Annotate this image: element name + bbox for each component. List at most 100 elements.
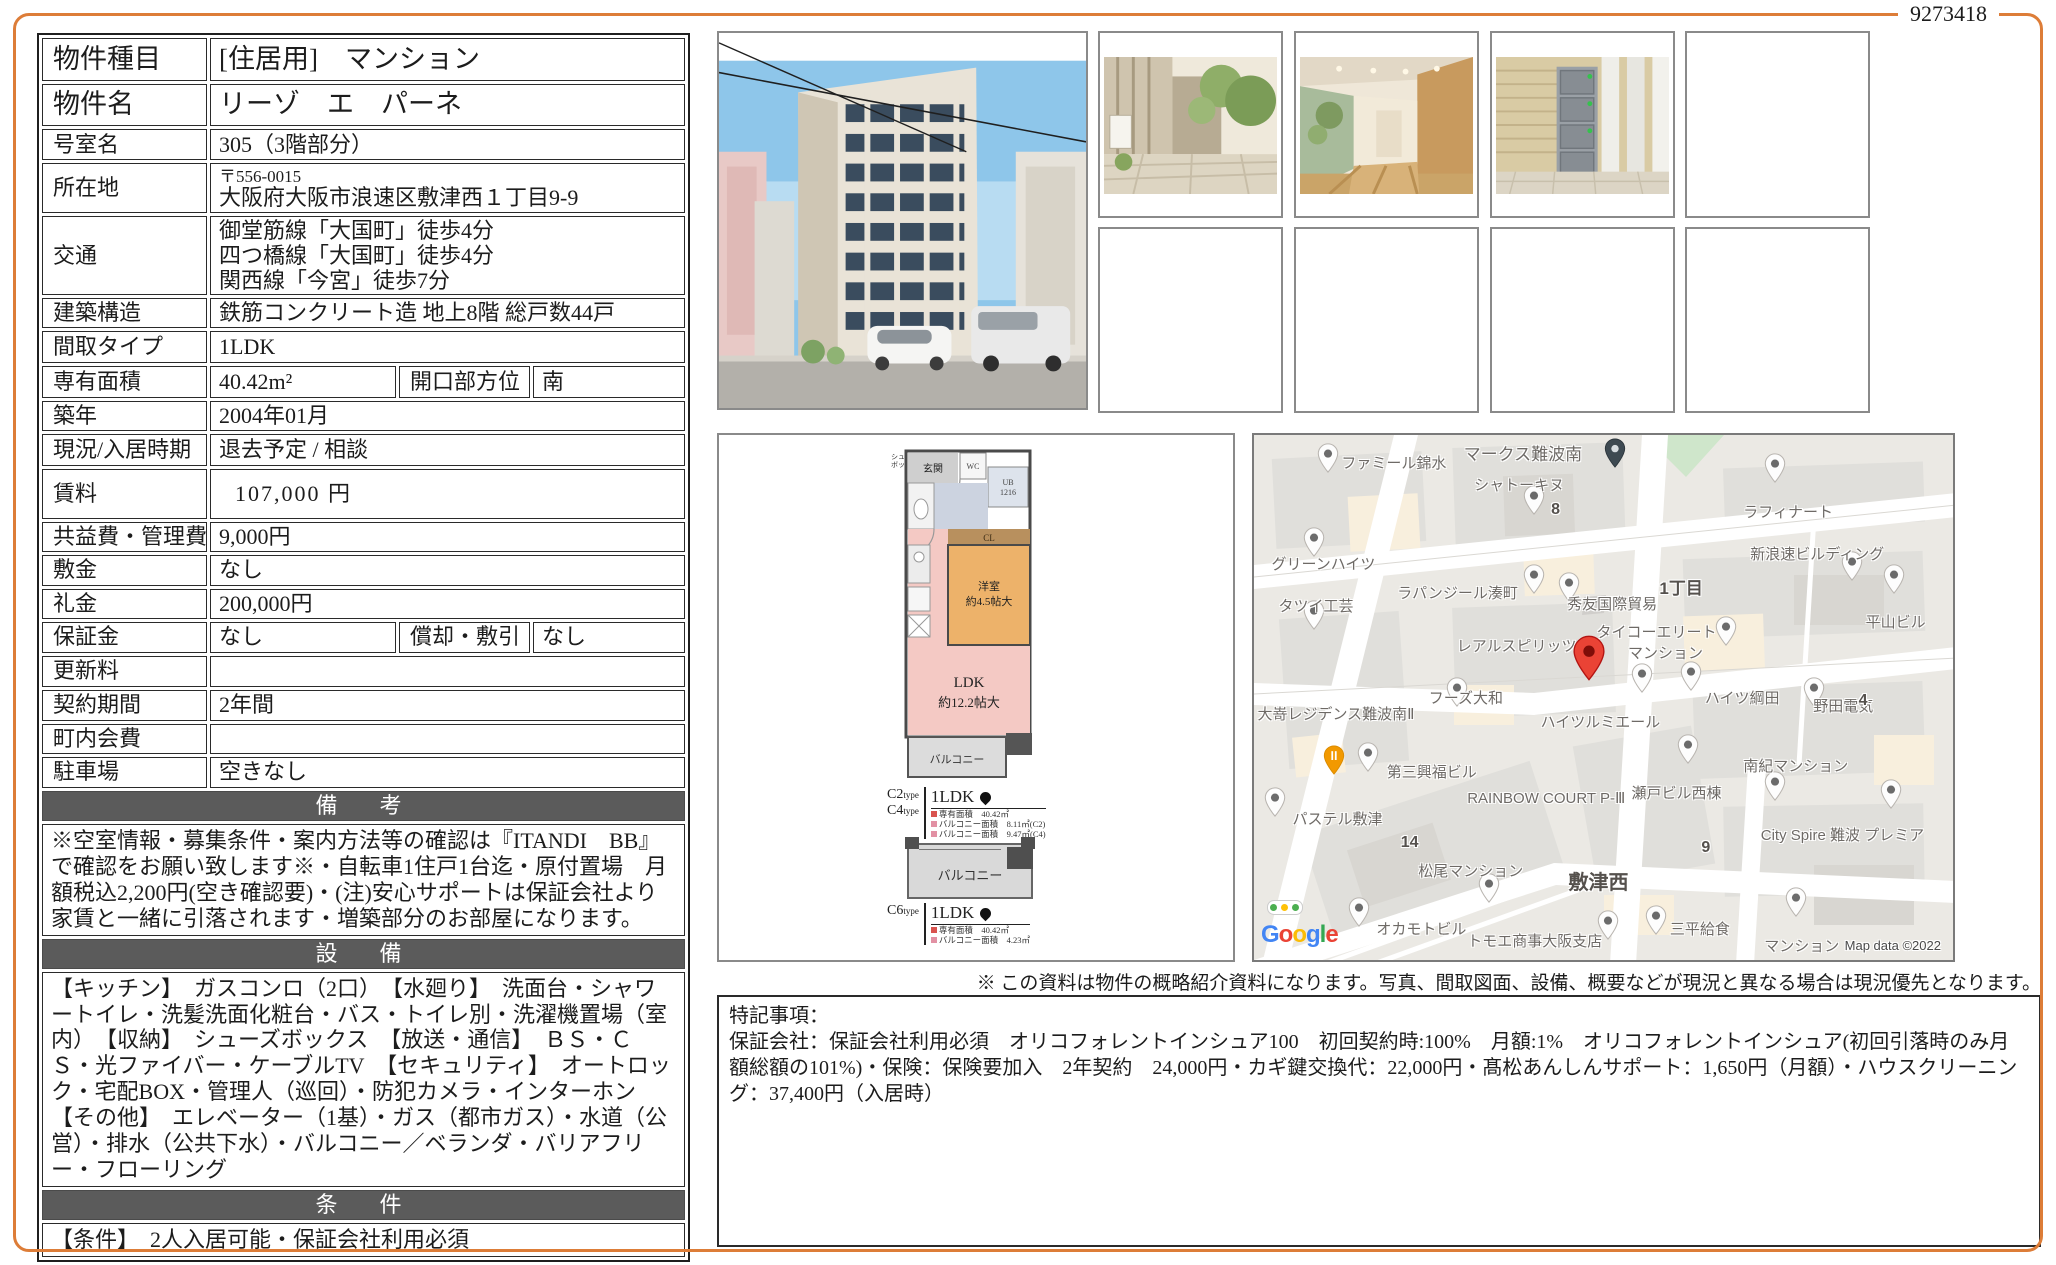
map: ファミール錦水 マークス難波南 シャトーキヌ 8 グリーンハイツ ラパンジール湊… — [1252, 433, 1955, 962]
map-pin — [1523, 564, 1545, 594]
fee-value: 9,000円 — [210, 522, 685, 552]
built-value: 2004年01月 — [210, 401, 685, 431]
ldk-label: LDK — [954, 675, 985, 691]
special-notes-title: 特記事項： — [729, 1003, 2029, 1029]
map-pin — [1677, 734, 1699, 764]
property-name-value: リーゾ エ パーネ — [210, 84, 685, 126]
entrance-label: 玄関 — [923, 462, 943, 475]
map-label: ラフィナート — [1743, 501, 1833, 522]
row-label-structure: 建築構造 — [42, 298, 207, 328]
photo-box-empty-4 — [1490, 227, 1675, 413]
map-label: オカモトビル — [1376, 918, 1466, 939]
photo-box-empty-2 — [1098, 227, 1283, 413]
access-value: 御堂筋線「大国町」徒歩4分 四つ橋線「大国町」徒歩4分 関西線「今宮」徒歩7分 — [210, 216, 685, 295]
closet-label: CL — [983, 533, 995, 543]
row-label-fee: 共益費・管理費 — [42, 522, 207, 552]
row-label-key-money: 礼金 — [42, 589, 207, 619]
map-pin — [1604, 438, 1626, 468]
remarks-text: ※空室情報・募集条件・案内方法等の確認は『ITANDI BB』で確認をお願い致し… — [42, 824, 685, 936]
row-label-deposit: 敷金 — [42, 555, 207, 586]
parking-value: 空きなし — [210, 757, 685, 788]
map-label: RAINBOW COURT P-Ⅲ — [1467, 789, 1625, 807]
row-label-room: 号室名 — [42, 129, 207, 160]
property-info-table: 物件種目 [住居用] マンション 物件名 リーゾ エ パーネ 号室名 305（3… — [37, 33, 690, 1262]
map-pin — [1764, 453, 1786, 483]
room-value: 305（3階部分） — [210, 129, 685, 160]
rent-value: 107,000 円 — [210, 469, 685, 519]
row-label-parking: 駐車場 — [42, 757, 207, 788]
map-label: 南紀マンション — [1743, 755, 1848, 776]
hallway-photo — [1300, 57, 1473, 194]
map-pin — [1357, 742, 1379, 772]
key-money-value: 200,000円 — [210, 589, 685, 619]
structure-value: 鉄筋コンクリート造 地上8階 総戸数44戸 — [210, 298, 685, 328]
map-pin — [1680, 661, 1702, 691]
disclaimer-note: ※ この資料は物件の概略紹介資料になります。写真、間取図面、設備、概要などが現況… — [717, 968, 2041, 995]
row-label-rent: 賃料 — [42, 469, 207, 519]
access-line: 四つ橋線「大国町」徒歩4分 — [219, 243, 676, 268]
balcony-label: バルコニー — [930, 753, 985, 766]
map-label: 平山ビル — [1866, 611, 1926, 632]
map-pin — [1645, 905, 1667, 935]
row-label-built: 築年 — [42, 401, 207, 431]
map-pin — [1883, 564, 1905, 594]
map-label: シャトーキヌ — [1474, 474, 1564, 495]
compass-icon — [978, 905, 994, 921]
compass-icon — [978, 789, 994, 805]
row-label-renewal: 更新料 — [42, 656, 207, 687]
balcony-diagram-label: バルコニー — [909, 865, 1031, 884]
remarks-header: 備 考 — [42, 791, 685, 821]
map-label: タツイ工芸 — [1278, 595, 1353, 616]
photo-box-entrance — [1098, 31, 1283, 218]
row-label-term: 契約期間 — [42, 690, 207, 721]
balcony-diagram: バルコニー — [907, 843, 1033, 899]
mailbox-photo — [1496, 57, 1669, 194]
map-label: ファミール錦水 — [1341, 452, 1446, 473]
renewal-value — [210, 656, 685, 687]
floor-plan-panel: シューズ ボックス 玄関 WC UB 1216 CL 洋室 約4.5帖大 — [717, 433, 1235, 962]
map-label: 新浪速ビルディング — [1750, 543, 1884, 564]
map-label: 三平給食 — [1670, 918, 1730, 939]
restaurant-pin-icon — [1323, 745, 1345, 775]
google-logo: Google — [1261, 921, 1338, 949]
floor-plan-drawing: シューズ ボックス 玄関 WC UB 1216 CL 洋室 約4.5帖大 — [889, 445, 1044, 785]
map-label: タイコーエリート — [1597, 621, 1717, 642]
plan-legend-c6: C6type 1LDK 専有面積 40.42㎡ バルコニー面積 4.23㎡ — [887, 903, 1030, 945]
deposit-value: なし — [210, 555, 685, 586]
map-attribution: Map data ©2022 — [1845, 938, 1941, 953]
map-label-district: 敷津西 — [1569, 866, 1629, 895]
map-label: 松尾マンション — [1418, 860, 1523, 881]
map-label: マークス難波南 — [1464, 440, 1583, 465]
map-label: グリーンハイツ — [1271, 553, 1375, 574]
map-label: City Spire 難波 プレミア — [1761, 824, 1924, 845]
map-label: レアルスピリッツ — [1457, 635, 1577, 656]
map-marker-destination — [1572, 635, 1606, 681]
row-label-layout: 間取タイプ — [42, 331, 207, 363]
row-label-access: 交通 — [42, 216, 207, 295]
svg-text:1216: 1216 — [1000, 488, 1016, 497]
type-c4: C4 — [887, 803, 903, 818]
traffic-signal-icon — [1267, 900, 1303, 915]
special-notes-body: 保証会社：保証会社利用必須 オリコフォレントインシュア100 初回契約時:100… — [729, 1029, 2029, 1107]
row-label-address: 所在地 — [42, 163, 207, 213]
legend-plan-type: 1LDK — [931, 787, 974, 807]
plan-legend-c2c4: C2type C4type 1LDK 専有面積 40.42㎡ バルコニー面積 8… — [887, 787, 1046, 839]
map-pin — [1264, 787, 1286, 817]
map-pin — [1715, 616, 1737, 646]
map-pin — [1631, 663, 1653, 693]
map-label: 瀬戸ビル西棟 — [1631, 782, 1721, 803]
property-sheet: 9273418 物件種目 [住居用] マンション 物件名 リーゾ エ パーネ 号… — [0, 0, 2056, 1265]
map-label: 4 — [1859, 692, 1868, 710]
map-label: 秀友国際貿易 — [1567, 593, 1657, 614]
area-value: 40.42m² — [210, 366, 396, 398]
map-label: 8 — [1551, 501, 1560, 519]
address-text: 大阪府大阪市浪速区敷津西１丁目9-9 — [219, 186, 676, 210]
entrance-photo — [1104, 57, 1277, 194]
svg-text:約12.2帖大: 約12.2帖大 — [938, 695, 1000, 710]
map-label: マンション — [1764, 935, 1839, 956]
row-label-area: 専有面積 — [42, 366, 207, 398]
row-label-guarantee: 保証金 — [42, 622, 207, 653]
association-value — [210, 724, 685, 754]
bedroom-label: 洋室 — [978, 579, 1000, 593]
map-label: トモエ商事大阪支店 — [1467, 930, 1602, 951]
